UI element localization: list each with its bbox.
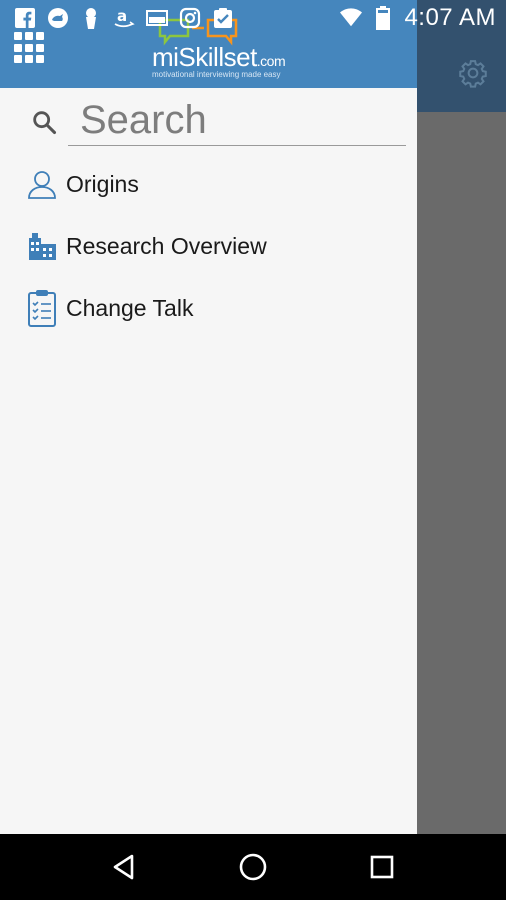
menu-item-change-talk[interactable]: Change Talk [26,286,406,330]
clipboard-check-icon [212,7,234,29]
battery-icon [372,6,394,30]
keyhole-icon [80,7,102,29]
logo-tagline: motivational interviewing made easy [152,70,281,79]
menu-item-research-overview[interactable]: Research Overview [26,224,406,268]
back-triangle-icon [114,854,134,880]
recents-square-icon [370,855,393,879]
rhino-app-icon [47,7,69,29]
buildings-icon [26,226,58,266]
notification-icons: a [14,7,234,29]
menu-item-label: Research Overview [66,232,267,259]
home-button[interactable] [233,847,273,887]
person-icon [26,164,58,204]
menu-item-label: Origins [66,170,139,197]
navigation-drawer: miSkillset.com motivational interviewing… [0,0,417,834]
amazon-icon: a [113,7,135,29]
clipboard-list-icon [26,288,58,328]
wifi-icon [340,7,363,29]
menu-item-label: Change Talk [66,294,194,321]
search-row [30,96,406,148]
recents-button[interactable] [362,847,402,887]
menu-item-origins[interactable]: Origins [26,162,406,206]
instagram-icon [179,7,201,29]
logo-domain: .com [256,53,286,69]
system-nav-bar [0,834,506,900]
image-icon [146,7,168,29]
settings-button[interactable] [456,56,490,90]
facebook-icon [14,7,36,29]
apps-grid-button[interactable] [14,32,46,64]
home-circle-icon [239,853,267,881]
search-input[interactable] [68,96,406,146]
search-icon [33,111,57,135]
back-button[interactable] [104,847,144,887]
gear-icon [459,60,487,88]
svg-text:a: a [117,7,127,25]
logo-wordmark: miSkillset [152,42,257,72]
status-bar: a 4:07 AM [0,0,506,36]
status-clock: 4:07 AM [404,4,496,31]
